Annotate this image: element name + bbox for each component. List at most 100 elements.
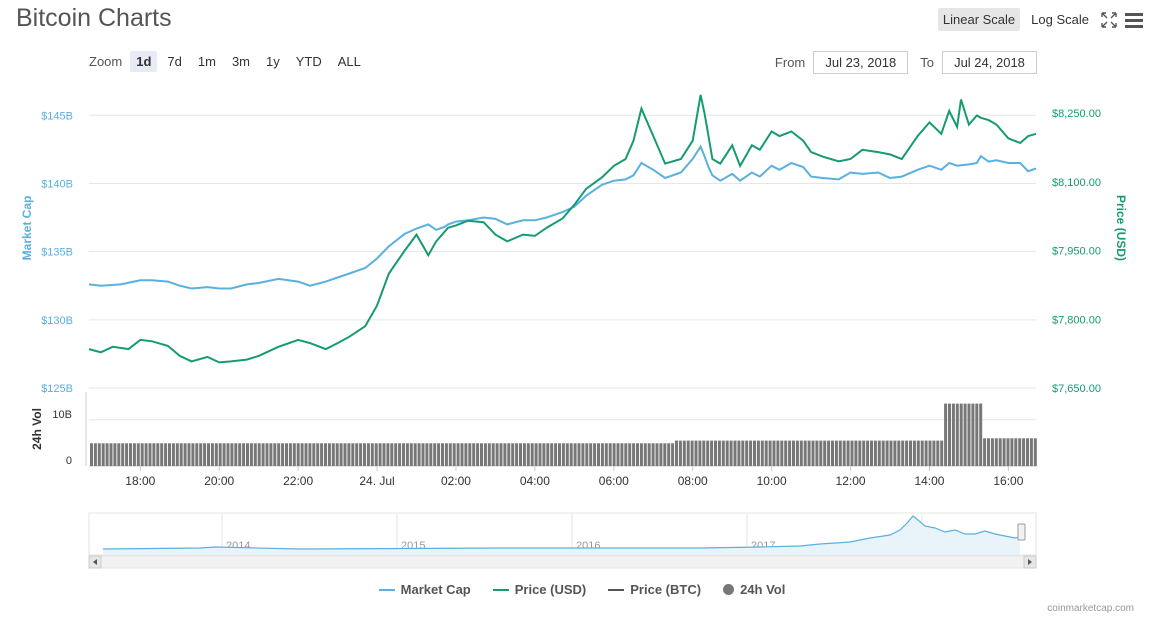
volume-bar — [483, 443, 487, 466]
volume-bar — [994, 438, 998, 467]
volume-bar — [920, 440, 924, 466]
volume-bar — [651, 443, 655, 466]
volume-bar — [1029, 438, 1033, 467]
volume-bar — [468, 443, 472, 466]
volume-bar — [507, 443, 511, 466]
volume-bar — [1022, 438, 1026, 467]
volume-bar — [655, 443, 659, 466]
volume-bar — [526, 443, 530, 466]
volume-bar — [179, 443, 183, 466]
legend-price-btc-label: Price (BTC) — [630, 582, 702, 597]
volume-bar — [261, 443, 265, 466]
legend-market-cap-swatch — [378, 588, 395, 591]
volume-bar — [788, 440, 792, 466]
x-axis-tick-label: 04:00 — [520, 474, 550, 488]
legend-market-cap[interactable]: Market Cap — [378, 582, 471, 597]
volume-bar — [971, 403, 975, 466]
volume-bar — [698, 440, 702, 466]
volume-bar — [694, 440, 698, 466]
volume-bar — [912, 440, 916, 466]
volume-bar — [1018, 438, 1022, 467]
volume-bar — [386, 443, 390, 466]
volume-bar — [448, 443, 452, 466]
volume-bar — [702, 440, 706, 466]
volume-bar — [140, 443, 144, 466]
left-axis-tick-label: $125B — [41, 383, 73, 395]
volume-bar — [327, 443, 331, 466]
volume-bar — [339, 443, 343, 466]
volume-bar — [987, 438, 990, 467]
legend-24h-vol[interactable]: 24h Vol — [723, 582, 785, 597]
legend-price-usd[interactable]: Price (USD) — [492, 582, 586, 597]
volume-bar — [324, 443, 327, 466]
legend-price-usd-swatch — [492, 588, 509, 591]
volume-bar — [90, 443, 93, 466]
volume-bar — [433, 443, 437, 466]
x-axis-tick-label: 22:00 — [283, 474, 313, 488]
volume-bar — [893, 440, 897, 466]
chart-legend: Market Cap Price (USD) Price (BTC) 24h V… — [0, 582, 1164, 597]
volume-bar — [214, 443, 218, 466]
volume-bar — [257, 443, 261, 466]
volume-bar — [374, 443, 378, 466]
volume-bar — [737, 440, 741, 466]
volume-bar — [589, 443, 593, 466]
x-axis-tick-label: 18:00 — [125, 474, 155, 488]
navigator-handle[interactable] — [1017, 523, 1026, 541]
volume-bar — [565, 443, 569, 466]
volume-bar — [682, 440, 686, 466]
volume-bar — [487, 443, 491, 466]
volume-axis-title: 24h Vol — [30, 408, 44, 450]
volume-bar — [616, 443, 620, 466]
right-axis-tick-label: $7,800.00 — [1052, 314, 1101, 326]
volume-bar — [370, 443, 374, 466]
volume-bar — [959, 403, 963, 466]
volume-bar — [331, 443, 335, 466]
volume-bar — [519, 443, 522, 466]
volume-bar — [495, 443, 499, 466]
volume-bar — [136, 443, 140, 466]
volume-bar — [624, 443, 628, 466]
volume-bar — [363, 443, 366, 466]
legend-price-btc[interactable]: Price (BTC) — [608, 582, 701, 597]
volume-bar — [963, 403, 967, 466]
x-axis-tick-label: 06:00 — [599, 474, 629, 488]
volume-bar — [636, 443, 639, 466]
x-axis-tick-label: 10:00 — [757, 474, 787, 488]
volume-bar — [515, 443, 519, 466]
volume-bar — [203, 443, 207, 466]
left-axis-tick-label: $130B — [41, 315, 73, 327]
left-axis-tick-label: $145B — [41, 110, 73, 122]
volume-bar — [554, 443, 558, 466]
volume-bar — [998, 438, 1002, 467]
volume-tick-label: 10B — [52, 409, 72, 421]
volume-bar — [870, 440, 873, 466]
x-axis-tick-label: 14:00 — [914, 474, 944, 488]
volume-bar — [678, 440, 682, 466]
volume-tick-label: 0 — [66, 455, 72, 467]
volume-bar — [199, 443, 203, 466]
volume-bar — [230, 443, 234, 466]
volume-bar — [93, 443, 97, 466]
volume-bar — [647, 443, 651, 466]
volume-bar — [967, 403, 971, 466]
volume-bar — [1026, 438, 1029, 467]
volume-bar — [460, 443, 464, 466]
volume-bar — [944, 403, 948, 466]
volume-bar — [183, 443, 187, 466]
volume-bar — [382, 443, 386, 466]
credit-link[interactable]: coinmarketcap.com — [1047, 603, 1134, 614]
volume-bar — [472, 443, 476, 466]
volume-bar — [265, 443, 269, 466]
navigator-scrollbar[interactable] — [88, 555, 1037, 569]
volume-bar — [464, 443, 468, 466]
volume-bar — [191, 443, 195, 466]
volume-bar — [803, 440, 807, 466]
volume-bar — [429, 443, 433, 466]
volume-bar — [1014, 438, 1018, 467]
volume-bar — [312, 443, 316, 466]
volume-bar — [398, 443, 402, 466]
volume-bar — [226, 443, 230, 466]
volume-bar — [881, 440, 885, 466]
volume-bar — [854, 440, 858, 466]
